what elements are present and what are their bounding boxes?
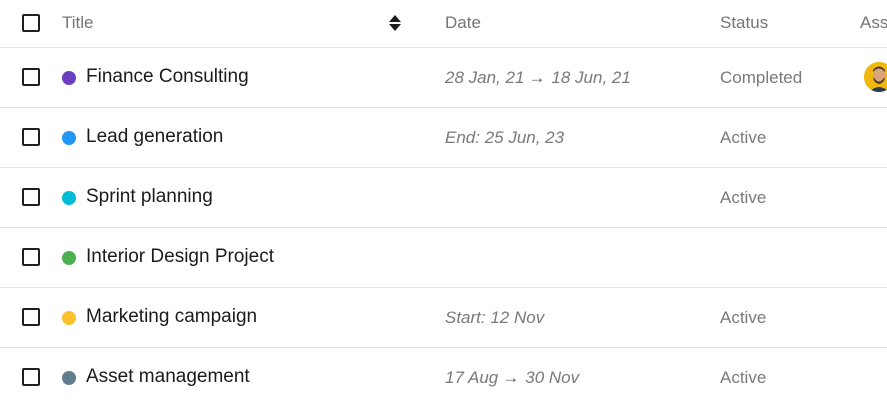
table-row[interactable]: Finance Consulting 28 Jan, 21 → 18 Jun, 21… (0, 48, 887, 108)
task-date: 28 Jan, 21 → 18 Jun, 21 (445, 68, 631, 88)
row-checkbox[interactable] (22, 308, 40, 326)
assignee-avatar[interactable] (864, 62, 887, 92)
table-row[interactable]: Marketing campaign Start: 12 Nov Active (0, 288, 887, 348)
task-title[interactable]: Sprint planning (86, 186, 213, 208)
task-status: Active (720, 188, 767, 207)
task-status: Active (720, 128, 767, 147)
date-end: 18 Jun, 21 (551, 68, 631, 87)
row-checkbox[interactable] (22, 128, 40, 146)
row-checkbox[interactable] (22, 68, 40, 86)
date-end: 30 Nov (525, 368, 580, 387)
date-start: 28 Jan, 21 (445, 68, 525, 87)
task-title[interactable]: Lead generation (86, 126, 223, 148)
column-header-title[interactable]: Title (62, 13, 94, 33)
column-header-status[interactable]: Status (720, 13, 768, 33)
table-row[interactable]: Sprint planning Active (0, 168, 887, 228)
status-color-dot (62, 311, 76, 325)
task-status: Active (720, 308, 767, 327)
sort-icon[interactable] (388, 14, 402, 32)
task-title[interactable]: Interior Design Project (86, 246, 274, 268)
status-color-dot (62, 251, 76, 265)
task-status: Active (720, 368, 767, 387)
table-row[interactable]: Lead generation End: 25 Jun, 23 Active (0, 108, 887, 168)
task-title[interactable]: Marketing campaign (86, 306, 257, 328)
task-title[interactable]: Asset management (86, 366, 250, 388)
date-start: 17 Aug (445, 368, 499, 387)
task-date: Start: 12 Nov (445, 308, 545, 327)
status-color-dot (62, 371, 76, 385)
row-checkbox[interactable] (22, 368, 40, 386)
select-all-checkbox[interactable] (22, 14, 40, 32)
table-row[interactable]: Interior Design Project (0, 228, 887, 288)
table-header: Title Date Status Ass (0, 0, 887, 48)
arrow-right-icon: → (502, 368, 520, 387)
status-color-dot (62, 131, 76, 145)
task-table: Title Date Status Ass Finance Consulting… (0, 0, 887, 407)
row-checkbox[interactable] (22, 188, 40, 206)
status-color-dot (62, 71, 76, 85)
person-avatar-icon (864, 62, 887, 92)
row-checkbox[interactable] (22, 248, 40, 266)
task-date: 17 Aug → 30 Nov (445, 368, 579, 388)
column-header-assignee[interactable]: Ass (860, 13, 887, 33)
task-title[interactable]: Finance Consulting (86, 66, 249, 88)
table-row[interactable]: Asset management 17 Aug → 30 Nov Active (0, 348, 887, 407)
status-color-dot (62, 191, 76, 205)
arrow-right-icon: → (528, 68, 546, 87)
column-header-date[interactable]: Date (445, 13, 481, 33)
task-status: Completed (720, 68, 803, 87)
task-date: End: 25 Jun, 23 (445, 128, 565, 147)
